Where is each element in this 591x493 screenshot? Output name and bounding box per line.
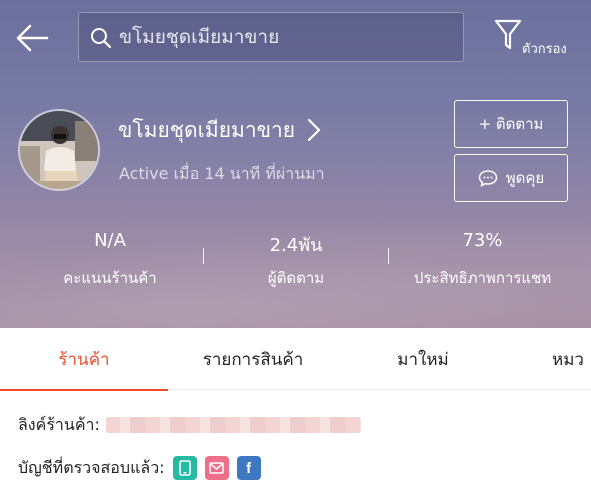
stat-label: ผู้ติดตาม	[267, 269, 325, 287]
stat-chat-performance[interactable]: 73% ประสิทธิภาพการแชท	[400, 230, 565, 290]
stat-label: ประสิทธิภาพการแชท	[413, 269, 552, 287]
follow-button[interactable]: + ติดตาม	[454, 100, 568, 148]
filter-icon	[494, 19, 522, 50]
tab-products[interactable]: รายการสินค้า	[168, 328, 338, 390]
stat-shop-rating[interactable]: N/A คะแนนร้านค้า	[50, 230, 170, 290]
stat-value: 73%	[462, 230, 503, 251]
stat-label: คะแนนร้านค้า	[63, 269, 157, 287]
stat-divider	[388, 248, 389, 264]
search-icon	[91, 28, 112, 49]
shop-link-redacted[interactable]	[105, 417, 361, 433]
stat-divider	[203, 248, 204, 264]
shop-tabs: ร้านค้า รายการสินค้า มาใหม่ หมว	[0, 328, 591, 391]
filter-label: ตัวกรอง	[522, 42, 567, 57]
chat-bubble-icon	[478, 170, 498, 187]
chat-label: พูดคุย	[505, 169, 545, 187]
search-input[interactable]	[119, 13, 449, 61]
back-arrow-icon	[16, 24, 49, 52]
mail-icon	[204, 456, 229, 480]
shop-name: ขโมยชุดเมียมาขาย	[118, 117, 296, 142]
search-bar[interactable]	[78, 12, 464, 62]
chevron-right-icon	[307, 118, 321, 142]
chat-button[interactable]: พูดคุย	[454, 154, 568, 202]
stat-value: N/A	[94, 230, 126, 251]
stat-value: 2.4พัน	[269, 235, 323, 256]
back-button[interactable]	[14, 20, 50, 56]
active-status: Active เมื่อ 14 นาที ที่ผ่านมา	[119, 164, 325, 183]
facebook-icon: f	[236, 456, 261, 480]
follow-label: + ติดตาม	[478, 115, 544, 133]
phone-icon	[172, 456, 197, 480]
tab-shop[interactable]: ร้านค้า	[0, 328, 168, 391]
verified-label: บัญชีที่ตรวจสอบแล้ว:	[18, 457, 165, 477]
shop-link-row: ลิงค์ร้านค้า:	[18, 413, 361, 437]
tab-categories[interactable]: หมว	[528, 328, 591, 390]
shop-avatar[interactable]	[18, 109, 100, 191]
stat-followers[interactable]: 2.4พัน ผู้ติดตาม	[236, 230, 356, 290]
shop-link-label: ลิงค์ร้านค้า:	[18, 414, 100, 434]
filter-button[interactable]: ตัวกรอง	[490, 18, 580, 58]
verified-accounts-row: บัญชีที่ตรวจสอบแล้ว: f	[18, 455, 261, 481]
shop-name-link[interactable]: ขโมยชุดเมียมาขาย	[118, 112, 323, 148]
tab-new-arrivals[interactable]: มาใหม่	[338, 328, 508, 390]
